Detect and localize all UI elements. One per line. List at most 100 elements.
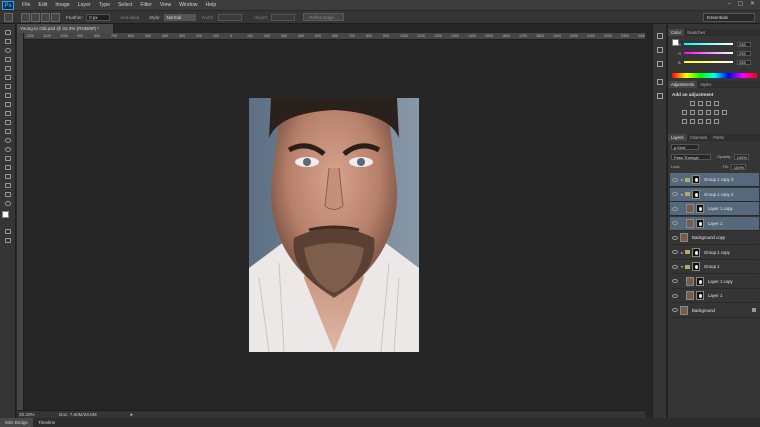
zoom-level[interactable]: 33.33% [19,412,45,417]
document-tab[interactable]: Young to Old.psd @ 33.3% (RGB/8#) * [17,24,113,33]
visibility-eye-icon[interactable] [672,206,678,211]
blue-slider[interactable] [684,61,733,63]
properties-panel-icon[interactable] [656,46,664,54]
status-menu-arrow-icon[interactable]: ▸ [131,412,134,418]
visibility-eye-icon[interactable] [672,250,678,254]
lasso-tool-icon[interactable] [3,46,13,54]
brightness-contrast-icon[interactable] [690,101,695,106]
zoom-tool-icon[interactable] [3,199,13,207]
red-slider[interactable] [684,43,733,45]
layer-mask-thumbnail[interactable] [692,247,701,257]
canvas-area[interactable] [24,40,645,410]
visibility-eye-icon[interactable] [672,177,678,182]
layer-row[interactable]: Background copy [670,231,759,245]
layer-thumbnail[interactable] [680,305,688,315]
path-selection-tool-icon[interactable] [3,172,13,180]
layer-mask-thumbnail[interactable] [696,276,704,286]
green-slider[interactable] [684,52,733,54]
menu-help[interactable]: Help [206,2,217,8]
layer-name[interactable]: Background copy [692,235,725,240]
tab-layers[interactable]: Layers [668,134,687,141]
visibility-eye-icon[interactable] [672,235,678,240]
height-input[interactable] [271,13,296,21]
channel-mixer-icon[interactable] [722,110,727,115]
layer-thumbnail[interactable] [686,291,694,300]
layer-name[interactable]: Layer 1 [708,293,722,298]
tab-mini-bridge[interactable]: Mini Bridge [0,418,33,427]
green-value[interactable]: 255 [737,50,751,56]
width-input[interactable] [217,13,242,21]
layer-row[interactable]: Layer 1 copy [670,202,759,216]
anti-alias-checkbox[interactable]: Anti-alias [120,15,139,20]
feather-input[interactable]: 0 px [86,13,111,21]
tab-adjustments[interactable]: Adjustments [668,81,698,88]
rectangular-marquee-tool-icon[interactable] [3,37,13,45]
eraser-tool-icon[interactable] [3,118,13,126]
close-button[interactable]: ✕ [749,1,756,8]
history-panel-icon[interactable] [656,32,664,40]
maximize-button[interactable]: ▢ [737,1,744,8]
marquee-tool-preset-icon[interactable] [4,12,13,22]
history-brush-tool-icon[interactable] [3,109,13,117]
layer-mask-thumbnail[interactable] [696,218,704,228]
refine-edge-button[interactable]: Refine Edge... [303,13,344,21]
selective-color-icon[interactable] [714,119,719,124]
layer-mask-thumbnail[interactable] [696,204,704,213]
tab-styles[interactable]: Styles [697,81,714,88]
foreground-color-swatch[interactable] [2,211,9,218]
new-selection-icon[interactable] [21,12,30,22]
minimize-button[interactable]: – [726,1,733,8]
tab-channels[interactable]: Channels [687,134,711,141]
menu-edit[interactable]: Edit [38,2,47,8]
tab-swatches[interactable]: Swatches [684,29,708,36]
move-tool-icon[interactable] [3,28,13,36]
menu-layer[interactable]: Layer [78,2,91,8]
layer-row[interactable]: ▸ Group 1 copy [670,246,759,260]
menu-select[interactable]: Select [118,2,132,8]
tab-timeline[interactable]: Timeline [33,418,60,427]
chevron-down-icon[interactable]: ▾ [681,264,683,269]
color-spectrum-bar[interactable] [672,73,757,78]
posterize-icon[interactable] [690,119,695,124]
blend-mode-select[interactable]: Pass Through [671,153,711,160]
vibrance-icon[interactable] [682,110,687,115]
menu-type[interactable]: Type [99,2,110,8]
visibility-eye-icon[interactable] [672,308,678,312]
layer-row[interactable]: Layer 1 [670,216,759,231]
eyedropper-tool-icon[interactable] [3,73,13,81]
hand-tool-icon[interactable] [3,190,13,198]
pen-tool-icon[interactable] [3,154,13,162]
gradient-tool-icon[interactable] [3,127,13,135]
type-tool-icon[interactable] [3,163,13,171]
layer-kind-filter[interactable]: ρ Kind [671,143,699,150]
style-select[interactable]: Normal [163,13,196,21]
crop-tool-icon[interactable] [3,64,13,72]
photo-filter-icon[interactable] [714,110,719,115]
visibility-eye-icon[interactable] [672,279,678,283]
layer-mask-thumbnail[interactable] [692,189,701,199]
rectangle-tool-icon[interactable] [3,181,13,189]
quick-mask-icon[interactable] [3,227,13,235]
add-to-selection-icon[interactable] [31,12,40,22]
paragraph-panel-icon[interactable] [656,92,664,100]
visibility-eye-icon[interactable] [672,293,678,298]
quick-selection-tool-icon[interactable] [3,55,13,63]
layer-mask-thumbnail[interactable] [696,291,704,300]
subtract-selection-icon[interactable] [41,12,50,22]
layer-thumbnail[interactable] [686,204,694,213]
hue-saturation-icon[interactable] [690,110,695,115]
menu-filter[interactable]: Filter [140,2,152,8]
chevron-right-icon[interactable]: ▸ [681,177,683,182]
layer-row[interactable]: ▾ Group 1 copy 2 [670,187,759,202]
blue-value[interactable]: 255 [737,59,751,65]
layer-row[interactable]: Layer 1 copy [670,275,759,289]
threshold-icon[interactable] [698,119,703,124]
gradient-map-icon[interactable] [706,119,711,124]
menu-image[interactable]: Image [55,2,69,8]
spot-healing-tool-icon[interactable] [3,82,13,90]
layer-thumbnail[interactable] [686,276,694,286]
layer-row[interactable]: Background [670,304,759,318]
menu-window[interactable]: Window [179,2,197,8]
tab-paths[interactable]: Paths [710,134,727,141]
chevron-down-icon[interactable]: ▾ [681,192,683,197]
